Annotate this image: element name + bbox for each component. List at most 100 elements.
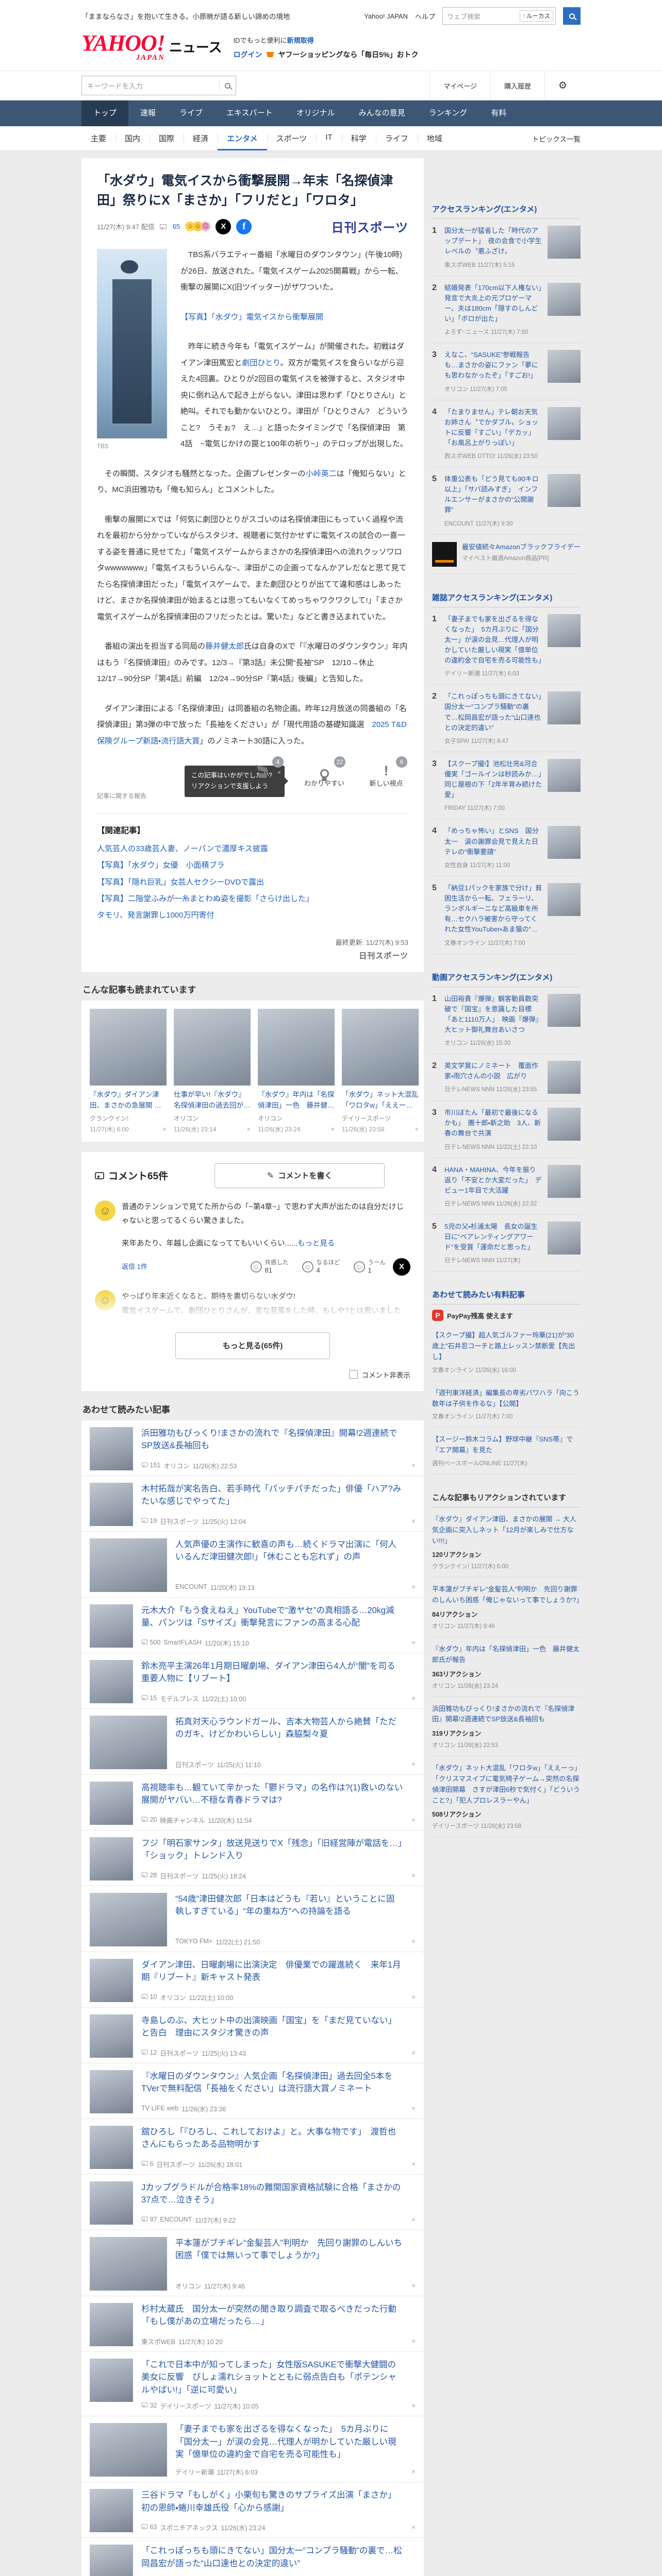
mypage-link[interactable]: マイページ bbox=[429, 71, 490, 100]
close-icon[interactable] bbox=[411, 2215, 416, 2225]
feed-article-row[interactable]: 平本蓮がブチギレ“金髪芸人”判明か 先回り謝罪のしんいち困惑「僕では無いって事で… bbox=[81, 2230, 424, 2296]
reaction-button[interactable]: 4 学びがある bbox=[240, 756, 285, 788]
article-photo[interactable] bbox=[97, 249, 167, 439]
close-icon[interactable] bbox=[411, 1461, 416, 1470]
category-tab[interactable]: IT bbox=[316, 126, 341, 150]
feed-article-row[interactable]: 三谷ドラマ「もしがく」小栗旬も驚きのサプライズ出演「まさか」初の恩師・蜷川幸雄氏… bbox=[81, 2482, 424, 2538]
feed-article-row[interactable]: 元木大介「もう食えねえ」YouTubeで“激ヤセ”の真相語る…20kg減量、パン… bbox=[81, 1598, 424, 1653]
feed-article-row[interactable]: 「妻子までも家を出ざるを得なくなった」 5カ月ぶりに「国分太一」が涙の会見…代理… bbox=[81, 2416, 424, 2482]
sponsored-ad[interactable]: 最安値続々Amazonブラックフライデー マイベスト厳選Amazon商品[PR] bbox=[432, 535, 581, 574]
global-nav-tab[interactable]: ランキング bbox=[417, 100, 479, 126]
feed-comment-count[interactable]: 500 bbox=[141, 1639, 160, 1646]
close-icon[interactable] bbox=[411, 1816, 416, 1825]
yahoo-japan-link[interactable]: Yahoo! JAPAN bbox=[364, 12, 408, 20]
x-share-icon[interactable] bbox=[393, 1258, 410, 1276]
category-tab[interactable]: ライフ bbox=[375, 126, 418, 150]
reaction-button[interactable]: 6 新しい視点 bbox=[364, 756, 408, 788]
close-icon[interactable] bbox=[411, 2048, 416, 2058]
close-icon[interactable] bbox=[411, 1760, 416, 1769]
feed-article-row[interactable]: 舘ひろし「『ひろし、これしておけよ』と。大事な物です」 渡哲也さんにもらったある… bbox=[81, 2119, 424, 2175]
ranking-item[interactable]: 5 5児の父・杉浦太陽 長女の誕生日に“ペアレンティングアワード”を受賞「運命だ… bbox=[432, 1215, 581, 1272]
feed-comment-count[interactable]: 20 bbox=[141, 1816, 157, 1823]
global-nav-tab[interactable]: エキスパート bbox=[214, 100, 285, 126]
feed-article-row[interactable]: 拓真対天心ラウンドガール、吉本大物芸人から絶賛「ただのガキ、けどかわいらしい」森… bbox=[81, 1709, 424, 1775]
purchase-history-link[interactable]: 購入履歴 bbox=[490, 71, 544, 100]
close-icon[interactable] bbox=[411, 1517, 416, 1526]
related-article-link[interactable]: 【写真】「水ダウ」女優 小面積ブラ bbox=[97, 857, 408, 874]
comment-more-link[interactable]: もっと見る bbox=[297, 1240, 335, 1248]
feed-article-row[interactable]: 『水曜日のダウンタウン』人気企画「名探偵津田」過去回全5本をTVerで無料配信「… bbox=[81, 2063, 424, 2119]
login-link[interactable]: ログイン bbox=[234, 49, 262, 60]
reacted-article-item[interactable]: 「水ダウ」ネット大混乱「ワロタw」「ええーっ」「クリスマスイブに電気椅子ゲーム→… bbox=[432, 1756, 581, 1838]
ranking-item[interactable]: 3 【スクープ撮!】池松壮亮&河合優実「ゴールインは秒読みか…」同じ屋根の下「2… bbox=[432, 752, 581, 820]
reacted-article-item[interactable]: 『水ダウ』年内は「名探偵津田」一色 藤井健太郎氏が報告 363リアクション オリ… bbox=[432, 1637, 581, 1697]
feed-comment-count[interactable]: 15 bbox=[141, 1694, 157, 1702]
ranking-item[interactable]: 2 結婚発表「170cm以下人権ない」発言で大炎上の元プロゲーマー、夫は180c… bbox=[432, 276, 581, 344]
feed-article-row[interactable]: 浜田雅功もびっくり!まさかの流れで『名探偵津田』開幕!2週連続でSP放送&長袖回… bbox=[81, 1420, 424, 1476]
reply-link[interactable]: 返信 1件 bbox=[122, 1261, 147, 1274]
promo-link[interactable]: 「ままならなさ」を抱いて生きる。小原暁が語る新しい諦めの境地 bbox=[81, 11, 290, 21]
hide-comments-checkbox[interactable] bbox=[349, 1370, 358, 1379]
reacted-article-item[interactable]: 『水ダウ』ダイアン津田、まさかの展開 → 大人気企画に突入しネット「12月が楽し… bbox=[432, 1507, 581, 1578]
category-tab[interactable]: 国内 bbox=[115, 126, 150, 150]
feed-comment-count[interactable]: 10 bbox=[141, 1993, 157, 2001]
signup-link[interactable]: 新規取得 bbox=[287, 37, 314, 44]
feed-comment-count[interactable]: 12 bbox=[141, 2049, 157, 2056]
feed-article-row[interactable]: 杉村太蔵氏 国分太一が突然の聞き取り調査で取るべきだった行動「もし僕があの立場だ… bbox=[81, 2296, 424, 2352]
ranking-item[interactable]: 1 国分太一が猛省した「時代のアップデート」 夜の会食で小学生レベルの〝悪ふざけ… bbox=[432, 219, 581, 276]
feed-comment-count[interactable]: 151 bbox=[141, 1462, 160, 1469]
inline-article-link[interactable]: 劇団ひとり bbox=[242, 359, 280, 367]
close-icon[interactable] bbox=[411, 2467, 416, 2477]
category-tab[interactable]: スポーツ bbox=[267, 126, 317, 150]
close-icon[interactable] bbox=[411, 2401, 416, 2411]
ranking-item[interactable]: 1 山田裕貴『爆弾』観客動員数突破で『国宝』を意識した目標「あと1110万人」 … bbox=[432, 987, 581, 1055]
category-tab[interactable]: エンタメ bbox=[218, 126, 267, 151]
article-tile[interactable]: 『水ダウ』年内は「名探偵津田」一色 藤井健太郎氏が報告 オリコン 11/26(水… bbox=[258, 1009, 335, 1133]
feed-article-row[interactable]: 鈴木亮平主演26年1月期日曜劇場、ダイアン津田ら4人が“闇”を司る重要人物に【リ… bbox=[81, 1653, 424, 1709]
gear-icon[interactable]: ⚙ bbox=[544, 71, 581, 100]
trend-keyword-chip[interactable]: ↑ ルーカス bbox=[519, 10, 553, 22]
close-icon[interactable] bbox=[411, 1937, 416, 1946]
close-icon[interactable] bbox=[411, 2104, 416, 2113]
keyword-search-input[interactable]: キーワードを入力 bbox=[81, 76, 236, 96]
write-comment-button[interactable]: ✎ コメントを書く bbox=[214, 1163, 385, 1188]
feed-article-row[interactable]: 寺島しのぶ、大ヒット中の出演映画「国宝」を「まだ見ていない」と告白 理由にスタジ… bbox=[81, 2008, 424, 2063]
ranking-item[interactable]: 4 「めっちゃ怖い」とSNS 国分太一 涙の謝罪会見で見えた日テレの“衝撃要請”… bbox=[432, 819, 581, 876]
global-nav-tab[interactable]: みんなの意見 bbox=[347, 100, 417, 126]
related-article-link[interactable]: 【写真】二階堂ふみが一糸まとわぬ姿を撮影「さらけ出した」 bbox=[97, 891, 408, 907]
x-share-icon[interactable] bbox=[216, 218, 231, 234]
close-icon[interactable] bbox=[411, 1871, 416, 1880]
close-icon[interactable] bbox=[415, 1125, 419, 1133]
feed-article-row[interactable]: フジ「明石家サンタ」放送見送りでX「残念」「旧経営陣が電話を…」「ショック」トレ… bbox=[81, 1831, 424, 1886]
facebook-share-icon[interactable] bbox=[236, 218, 252, 234]
reaction-button[interactable]: 22 わかりやすい bbox=[302, 756, 346, 788]
yahoo-news-logo[interactable]: YAHOO! JAPAN ニュース bbox=[81, 32, 222, 61]
feed-article-row[interactable]: “54歳”津田健次郎「日本はどうも『若い』ということに固執しすぎている」“年の重… bbox=[81, 1886, 424, 1952]
feed-article-row[interactable]: 人気声優の主演作に歓喜の声も…続くドラマ出演に「何人いるんだ津田健次郎!」「休む… bbox=[81, 1532, 424, 1598]
close-icon[interactable] bbox=[411, 2337, 416, 2346]
close-icon[interactable] bbox=[411, 2160, 416, 2169]
related-article-link[interactable]: 【写真】「隠れ巨乳」女芸人セクシーDVDで露出 bbox=[97, 874, 408, 891]
category-tab[interactable]: 経済 bbox=[184, 126, 218, 150]
close-icon[interactable] bbox=[246, 1125, 251, 1133]
close-icon[interactable] bbox=[411, 1583, 416, 1592]
article-tile[interactable]: 仕事が早い!『水ダウ』名探偵津田の過去回がTVerで期間限定配信… オリコン 1… bbox=[174, 1009, 251, 1133]
close-icon[interactable] bbox=[411, 1993, 416, 2002]
global-nav-tab[interactable]: オリジナル bbox=[285, 100, 347, 126]
feed-article-row[interactable]: 「これっぽっちも頭にきてない」国分太一“コンプラ騒動”の裏で…松岡昌宏が語った“… bbox=[81, 2538, 424, 2576]
global-nav-tab[interactable]: トップ bbox=[81, 100, 129, 127]
comment-reaction-button[interactable]: なるほど4 bbox=[302, 1259, 340, 1276]
feed-article-row[interactable]: 「これで日本中が知ってしまった」女性版SASUKEで衝撃大健闘の美女に反響 びし… bbox=[81, 2352, 424, 2416]
reacted-article-item[interactable]: 平本蓮がブチギレ“金髪芸人”判明か 先回り謝罪のしんいち困惑「俺じゃないって事で… bbox=[432, 1578, 583, 1637]
category-tab[interactable]: 地域 bbox=[417, 126, 452, 150]
ranking-item[interactable]: 1 「妻子までも家を出ざるを得なくなった」 5カ月ぶりに「国分太一」が涙の会見…… bbox=[432, 607, 581, 685]
inline-article-link[interactable]: 小峠英二 bbox=[306, 469, 337, 478]
feed-article-row[interactable]: 高視聴率も…観ていて辛かった「鬱ドラマ」の名作は?(1)救いのない展開がヤバい…… bbox=[81, 1775, 424, 1831]
ranking-item[interactable]: 4 HANA・MAHINA、今年を振り返り「不安とか大変だった」 デビュー1年目… bbox=[432, 1158, 581, 1215]
ranking-item[interactable]: 2 英文学賞にノミネート 覆面作家・雨穴さんの小説 広がり 日テレNEWS NN… bbox=[432, 1054, 581, 1101]
reacted-article-item[interactable]: 浜田雅功もびっくり!まさかの流れで『名探偵津田』開幕!2週連続でSP放送&長袖回… bbox=[432, 1697, 581, 1757]
related-article-link[interactable]: タモリ、発言謝罪し1000万円寄付 bbox=[97, 907, 408, 924]
more-comments-button[interactable]: もっと見る(65件) bbox=[175, 1332, 330, 1359]
feed-comment-count[interactable]: 32 bbox=[141, 2402, 157, 2409]
article-tile[interactable]: 「水ダウ」ネット大混乱「ワロタw」「ええーっ」「クリスマスイブ… デイリースポー… bbox=[342, 1009, 419, 1133]
